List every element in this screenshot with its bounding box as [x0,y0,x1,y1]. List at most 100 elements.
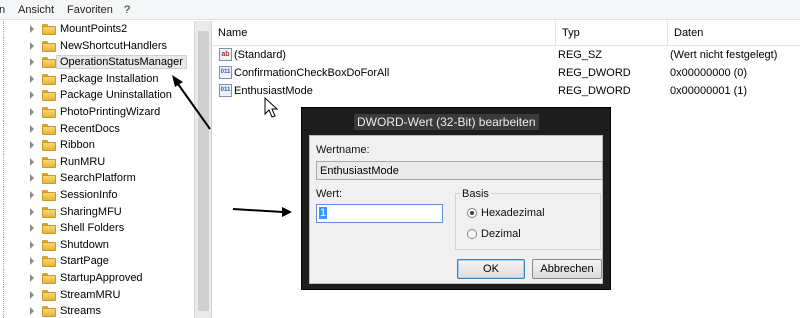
value-data: 0x00000000 (0) [670,67,748,79]
tree-guide-line [3,37,4,55]
dialog-title: DWORD-Wert (32-Bit) bearbeiten [354,114,539,130]
chevron-right-icon[interactable] [30,141,34,150]
tree-item-label: StreamMRU [60,288,121,301]
folder-icon [42,239,56,251]
tree-item[interactable]: Ribbon [0,137,194,155]
menu-item-file[interactable]: n [0,4,5,16]
value-row[interactable]: ab (Standard) REG_SZ (Wert nicht festgel… [212,46,800,64]
folder-icon [42,90,56,102]
chevron-right-icon[interactable] [30,257,34,266]
folder-icon [42,223,56,235]
chevron-right-icon[interactable] [30,290,34,299]
chevron-right-icon[interactable] [30,157,34,166]
value-row[interactable]: 011 EnthusiastMode REG_DWORD 0x00000001 … [212,82,800,100]
tree-item[interactable]: Shell Folders [0,220,194,238]
tree-item[interactable]: SessionInfo [0,187,194,204]
value-row[interactable]: 011 ConfirmationCheckBoxDoForAll REG_DWO… [212,64,800,82]
tree-item[interactable]: SharingMFU [0,203,194,221]
tree-item-label: RecentDocs [60,122,120,135]
chevron-right-icon[interactable] [30,207,34,216]
folder-icon [42,206,56,218]
chevron-right-icon[interactable] [30,74,34,83]
tree-guide-line [3,187,4,204]
column-header-type[interactable]: Typ [556,21,668,45]
scrollbar-thumb[interactable] [198,31,209,311]
chevron-right-icon[interactable] [30,174,34,183]
folder-icon [42,73,56,85]
tree-item-label: SessionInfo [60,189,118,201]
tree-item-label: Package Installation [60,72,159,85]
value-data: 0x00000001 (1) [670,85,748,97]
column-header-type-label: Typ [562,27,580,39]
tree-guide-line [3,236,4,254]
chevron-right-icon[interactable] [30,307,34,316]
chevron-right-icon[interactable] [30,191,34,199]
chevron-right-icon[interactable] [30,274,34,282]
tree-item[interactable]: StreamMRU [0,286,194,304]
menu-item-favorites[interactable]: Favoriten [67,4,113,16]
value-name-field: EnthusiastMode [316,161,603,180]
tree-item[interactable]: RecentDocs [0,120,194,138]
tree-item[interactable]: PhotoPrintingWizard [0,104,194,121]
value-name-label: Wertname: [316,144,370,156]
chevron-right-icon[interactable] [30,124,34,133]
tree-item[interactable]: OperationStatusManager [0,54,194,72]
cancel-button[interactable]: Abbrechen [532,259,602,279]
radio-hexadecimal[interactable] [467,208,477,218]
tree-item[interactable]: NewShortcutHandlers [0,37,194,55]
value-name: EnthusiastMode [234,85,313,97]
folder-icon [42,57,56,69]
tree-item-label: Shutdown [60,238,109,251]
tree-item[interactable]: RunMRU [0,153,194,171]
base-label: Basis [460,188,491,200]
tree-guide-line [3,203,4,221]
folder-icon [42,40,56,52]
radio-hexadecimal-label[interactable]: Hexadezimal [481,207,545,219]
tree-item[interactable]: Package Installation [0,70,194,88]
registry-string-icon: ab [219,48,232,61]
tree-item[interactable]: StartupApproved [0,270,194,287]
column-header-data[interactable]: Daten [668,21,800,45]
tree-item-label: StartupApproved [60,272,143,284]
chevron-right-icon[interactable] [30,58,34,67]
tree-item[interactable]: Streams [0,303,194,318]
column-header-name-label: Name [218,27,248,39]
tree-guide-line [3,303,4,318]
tree-item-label: Ribbon [60,139,95,152]
tree-item[interactable]: Package Uninstallation [0,87,194,105]
tree-item[interactable]: SearchPlatform [0,170,194,188]
chevron-right-icon[interactable] [30,224,34,233]
value-data-text: 1 [319,207,328,219]
tree-item[interactable]: StartPage [0,253,194,271]
menu-bar: n Ansicht Favoriten ? [0,0,800,20]
value-type: REG_DWORD [558,67,631,79]
tree-item-label: Shell Folders [60,222,125,235]
folder-icon [42,289,56,301]
tree-item[interactable]: Shutdown [0,236,194,254]
folder-icon [42,173,56,185]
tree-item-label: NewShortcutHandlers [60,39,167,52]
ok-button[interactable]: OK [457,259,525,279]
value-data: (Wert nicht festgelegt) [670,49,778,61]
tree-item-label: RunMRU [60,155,106,168]
dialog-title-bar[interactable]: DWORD-Wert (32-Bit) bearbeiten [302,108,610,134]
chevron-right-icon[interactable] [30,25,34,33]
tree-item-label: PhotoPrintingWizard [60,106,161,118]
folder-icon [42,190,56,201]
tree-item[interactable]: MountPoints2 [0,21,194,38]
chevron-right-icon[interactable] [30,240,34,249]
menu-item-help[interactable]: ? [124,4,130,16]
folder-icon [42,306,56,318]
tree-scrollbar[interactable] [194,21,211,318]
value-data-label: Wert: [316,188,343,200]
chevron-right-icon[interactable] [30,108,34,116]
tree-item-label: StartPage [60,255,109,268]
radio-decimal[interactable] [467,229,477,239]
column-header-name[interactable]: Name [212,21,556,45]
chevron-right-icon[interactable] [30,41,34,50]
tree-guide-line [3,220,4,238]
value-data-input[interactable]: 1 [316,204,443,223]
radio-decimal-label[interactable]: Dezimal [481,228,521,240]
chevron-right-icon[interactable] [30,91,34,100]
menu-item-view[interactable]: Ansicht [18,4,54,16]
